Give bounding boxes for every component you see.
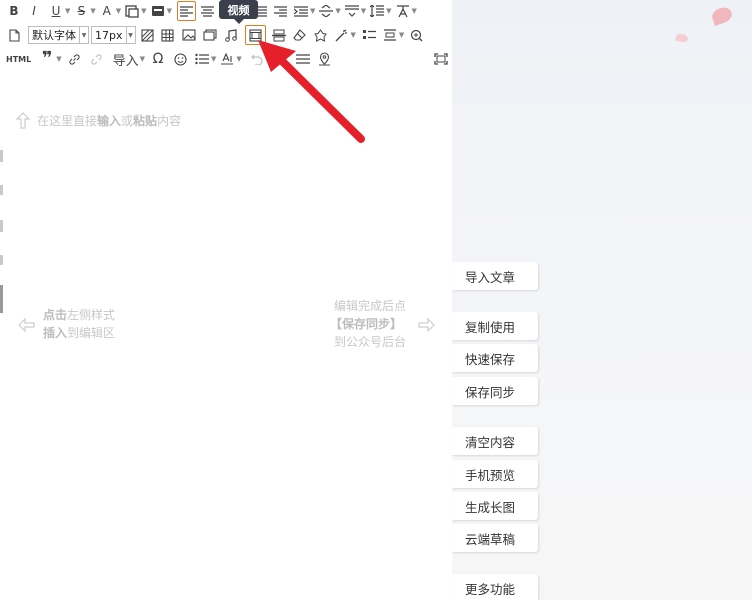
copy-use-button[interactable]: 复制使用 (452, 312, 538, 340)
left-arrow-icon (18, 317, 35, 336)
font-family-select[interactable]: 默认字体 (28, 26, 80, 44)
editor-panel[interactable]: B I U ▼ S ▼ A ▼ ▼ ▼ ▼ ▼ ▼ ▼ ▼ 视频 默认字体 ▼ … (0, 0, 452, 600)
up-arrow-icon (16, 112, 30, 129)
indent-icon[interactable] (293, 1, 309, 21)
background-color-icon[interactable] (124, 1, 140, 21)
font-size-select[interactable]: 17px (91, 26, 127, 44)
bold-icon[interactable]: B (6, 1, 22, 21)
mobile-preview-button[interactable]: 手机预览 (452, 460, 538, 488)
background-pattern-icon[interactable] (140, 25, 156, 45)
click-style-hint: 点击左侧样式 插入到编辑区 (43, 308, 116, 340)
clear-format-icon[interactable] (395, 1, 411, 21)
quick-save-button[interactable]: 快速保存 (452, 344, 538, 372)
import-article-button[interactable]: 导入文章 (452, 262, 538, 290)
blockquote-icon[interactable]: ❞ (39, 49, 55, 69)
template-icon[interactable] (382, 25, 398, 45)
save-sync-hint: 编辑完成后点 【保存同步】 到公众号后台 (330, 299, 407, 349)
red-arrow-pointer (258, 40, 365, 143)
paragraph-spacing-icon[interactable] (344, 1, 360, 21)
music-icon[interactable] (223, 25, 239, 45)
save-sync-button[interactable]: 保存同步 (452, 377, 538, 405)
fullscreen-icon[interactable] (433, 49, 449, 69)
paste-hint: 在这里直接输入或粘贴内容 (16, 112, 181, 130)
link-icon[interactable] (67, 49, 83, 69)
unlink-icon[interactable] (89, 49, 105, 69)
clear-content-button[interactable]: 清空内容 (452, 427, 538, 455)
document-icon[interactable] (6, 25, 22, 45)
table-icon[interactable] (160, 25, 176, 45)
cloud-draft-button[interactable]: 云端草稿 (452, 524, 538, 552)
video-tooltip: 视频 (219, 0, 258, 24)
align-left-icon[interactable] (176, 1, 196, 21)
strikethrough-icon[interactable]: S (73, 1, 89, 21)
more-features-button[interactable]: 更多功能 (452, 574, 538, 600)
search-replace-icon[interactable] (408, 25, 424, 45)
format-brush-icon[interactable] (150, 1, 166, 21)
underline-icon[interactable]: U (48, 1, 64, 21)
left-edge-marks (0, 140, 3, 340)
emoji-icon[interactable] (172, 49, 188, 69)
chevron-down-icon[interactable]: ▼ (80, 26, 89, 44)
align-right-icon[interactable] (273, 1, 289, 21)
right-arrow-icon (418, 317, 435, 336)
toolbar-row-1: B I U ▼ S ▼ A ▼ ▼ ▼ ▼ ▼ ▼ ▼ ▼ (0, 0, 420, 22)
image-icon[interactable] (181, 25, 197, 45)
generate-long-image-button[interactable]: 生成长图 (452, 492, 538, 520)
italic-icon[interactable]: I (26, 1, 42, 21)
row-spacing-icon[interactable] (369, 1, 385, 21)
paragraph-format-icon[interactable] (219, 49, 235, 69)
multi-image-icon[interactable] (202, 25, 218, 45)
font-color-icon[interactable]: A (99, 1, 115, 21)
special-char-icon[interactable]: Ω (150, 49, 166, 69)
import-menu[interactable]: 导入 (113, 49, 139, 69)
align-center-icon[interactable] (200, 1, 216, 21)
html-source-button[interactable]: HTML (6, 49, 31, 69)
line-spacing-icon[interactable] (318, 1, 334, 21)
chevron-down-icon[interactable]: ▼ (126, 26, 136, 44)
bullet-list-icon[interactable] (194, 49, 210, 69)
